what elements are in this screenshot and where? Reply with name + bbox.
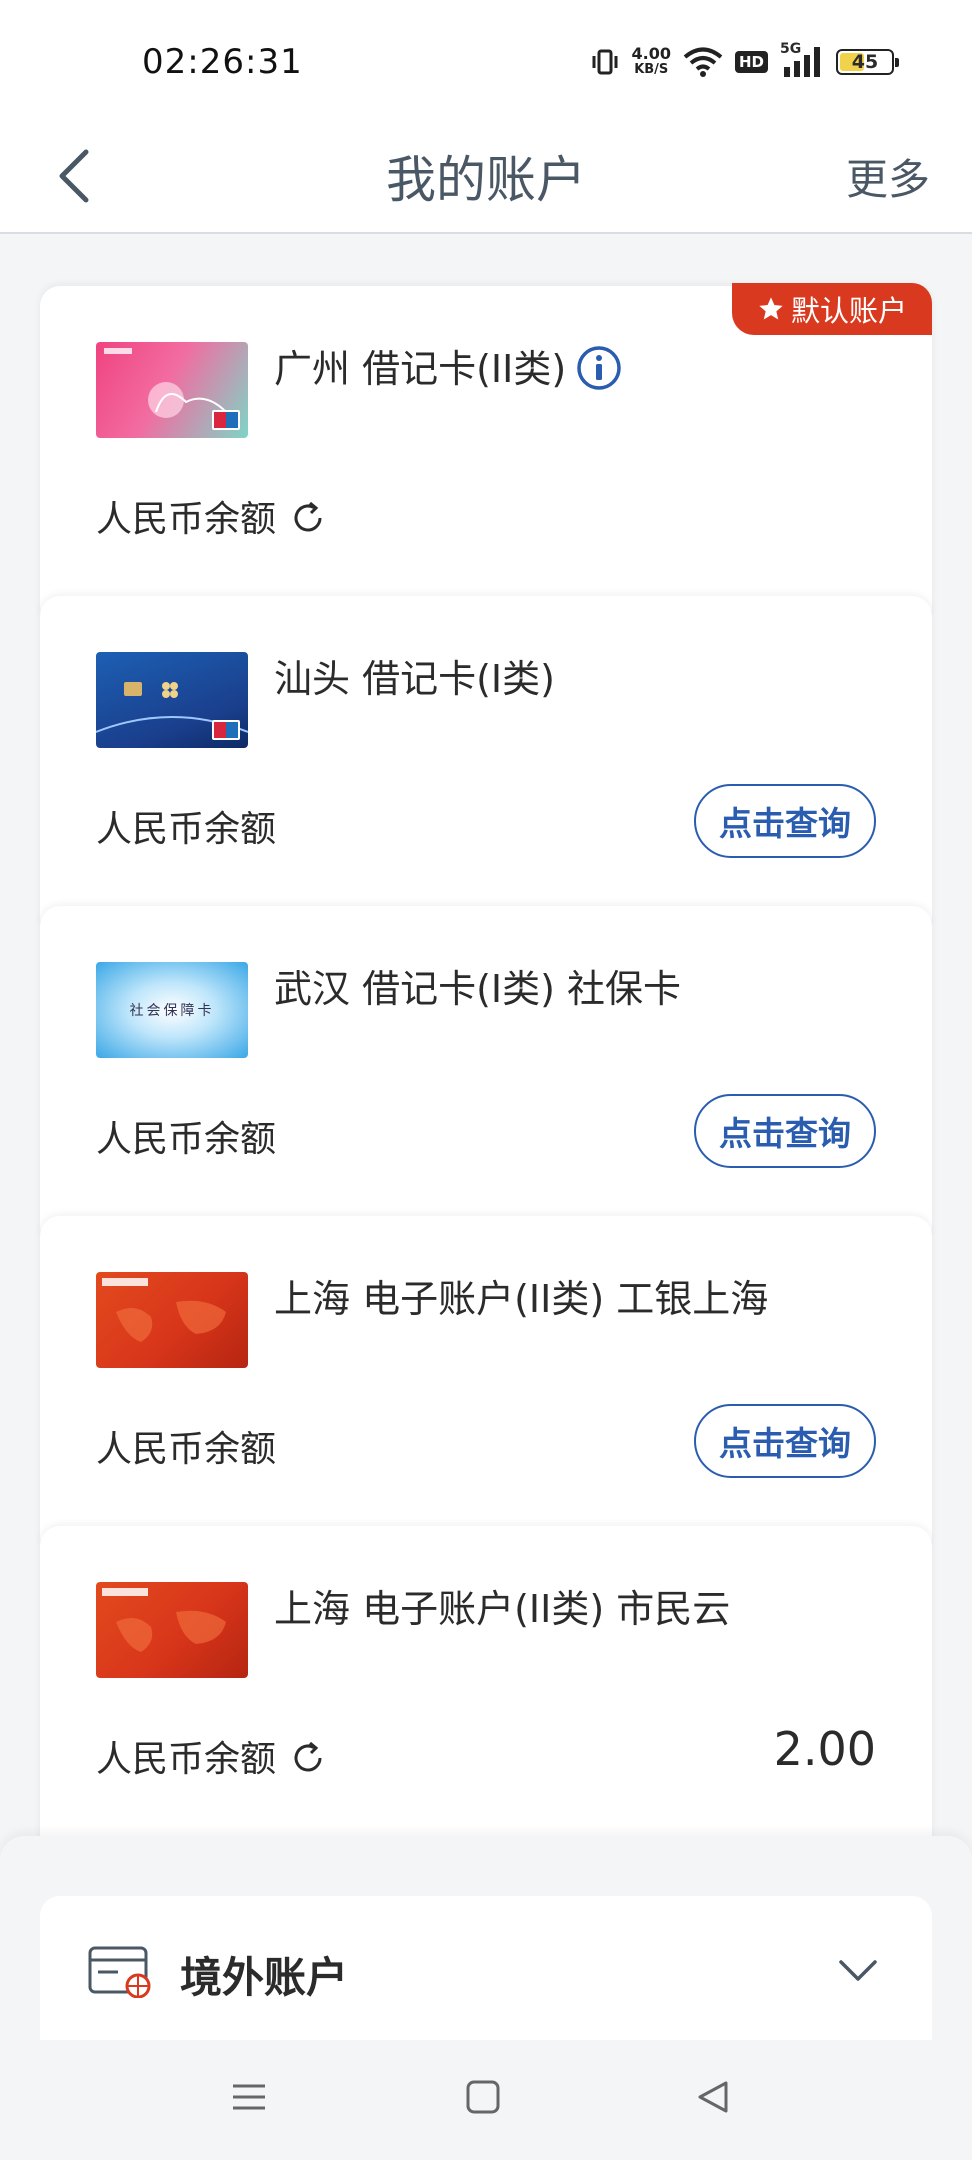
default-badge-label: 默认账户 <box>790 294 907 328</box>
balance-label-text: 人民币余额 <box>96 499 277 540</box>
back-nav-button[interactable] <box>694 2078 732 2120</box>
more-button[interactable]: 更多 <box>846 146 930 207</box>
back-triangle-icon <box>698 2081 728 2113</box>
account-title: 广州 借记卡(II类) <box>274 338 622 393</box>
balance-amount: 2.00 <box>773 1722 876 1776</box>
account-card[interactable]: 默认账户 广州 借记卡(II类) 人民币余额 <box>40 283 932 626</box>
home-nav-button[interactable] <box>464 2078 502 2120</box>
info-icon[interactable] <box>576 345 622 391</box>
default-account-badge: 默认账户 <box>732 283 932 335</box>
account-title: 上海 电子账户(II类) 工银上海 <box>274 1277 769 1321</box>
speed-unit: KB/S <box>634 62 669 77</box>
bank-card-image <box>96 342 248 438</box>
overseas-accounts-label: 境外账户 <box>180 1953 349 2002</box>
status-bar: 02:26:31 4.00 KB/S HD 5G 45 <box>0 0 972 118</box>
account-title: 上海 电子账户(II类) 市民云 <box>274 1587 731 1631</box>
menu-icon <box>233 2084 265 2110</box>
social-card-text: 社会保障卡 <box>129 1003 215 1019</box>
status-time: 02:26:31 <box>142 42 303 82</box>
refresh-icon[interactable] <box>290 500 326 536</box>
bank-card-image: 社会保障卡 <box>96 962 248 1058</box>
bank-card-image <box>96 652 248 748</box>
chevron-down-icon <box>839 1960 877 1981</box>
account-title: 汕头 借记卡(I类) <box>274 657 555 701</box>
account-title-text: 广州 借记卡(II类) <box>274 347 567 391</box>
overseas-account-icon <box>88 1946 151 1998</box>
query-balance-button[interactable]: 点击查询 <box>694 1094 876 1168</box>
account-card[interactable]: 上海 电子账户(II类) 工银上海 人民币余额 点击查询 <box>40 1216 932 1556</box>
balance-label: 人民币余额 <box>96 1730 326 1782</box>
status-icons: 4.00 KB/S HD 5G 45 <box>590 40 899 84</box>
star-icon <box>759 297 783 320</box>
overseas-accounts-row[interactable]: 境外账户 <box>40 1896 932 2040</box>
account-card[interactable]: 上海 电子账户(II类) 市民云 人民币余额 2.00 <box>40 1526 932 1866</box>
balance-label-text: 人民币余额 <box>96 1739 277 1780</box>
battery-indicator: 45 <box>836 49 899 75</box>
account-card[interactable]: 汕头 借记卡(I类) 人民币余额 点击查询 <box>40 596 932 936</box>
overseas-section: 境外账户 <box>0 1836 972 2040</box>
page-title: 我的账户 <box>386 151 586 209</box>
refresh-icon[interactable] <box>290 1740 326 1776</box>
account-title: 武汉 借记卡(I类) 社保卡 <box>274 967 682 1011</box>
signal-icon: 5G <box>780 41 824 79</box>
system-nav-bar <box>0 2040 972 2160</box>
wifi-icon <box>683 47 723 77</box>
account-card[interactable]: 社会保障卡 武汉 借记卡(I类) 社保卡 人民币余额 点击查询 <box>40 906 932 1246</box>
battery-level: 45 <box>851 51 879 73</box>
balance-label: 人民币余额 <box>96 1119 277 1160</box>
balance-label: 人民币余额 <box>96 1429 277 1470</box>
bank-card-image <box>96 1582 248 1678</box>
balance-label: 人民币余额 <box>96 809 277 850</box>
menu-nav-button[interactable] <box>230 2078 268 2120</box>
vibrate-icon <box>592 49 617 75</box>
speed-value: 4.00 <box>631 44 671 63</box>
app-header: 我的账户 更多 <box>0 118 972 234</box>
query-balance-button[interactable]: 点击查询 <box>694 784 876 858</box>
bank-card-image <box>96 1272 248 1368</box>
network-speed: 4.00 KB/S <box>632 46 671 78</box>
query-balance-button[interactable]: 点击查询 <box>694 1404 876 1478</box>
balance-label: 人民币余额 <box>96 490 326 542</box>
hd-badge: HD <box>734 51 768 73</box>
home-square-icon <box>466 2080 500 2114</box>
